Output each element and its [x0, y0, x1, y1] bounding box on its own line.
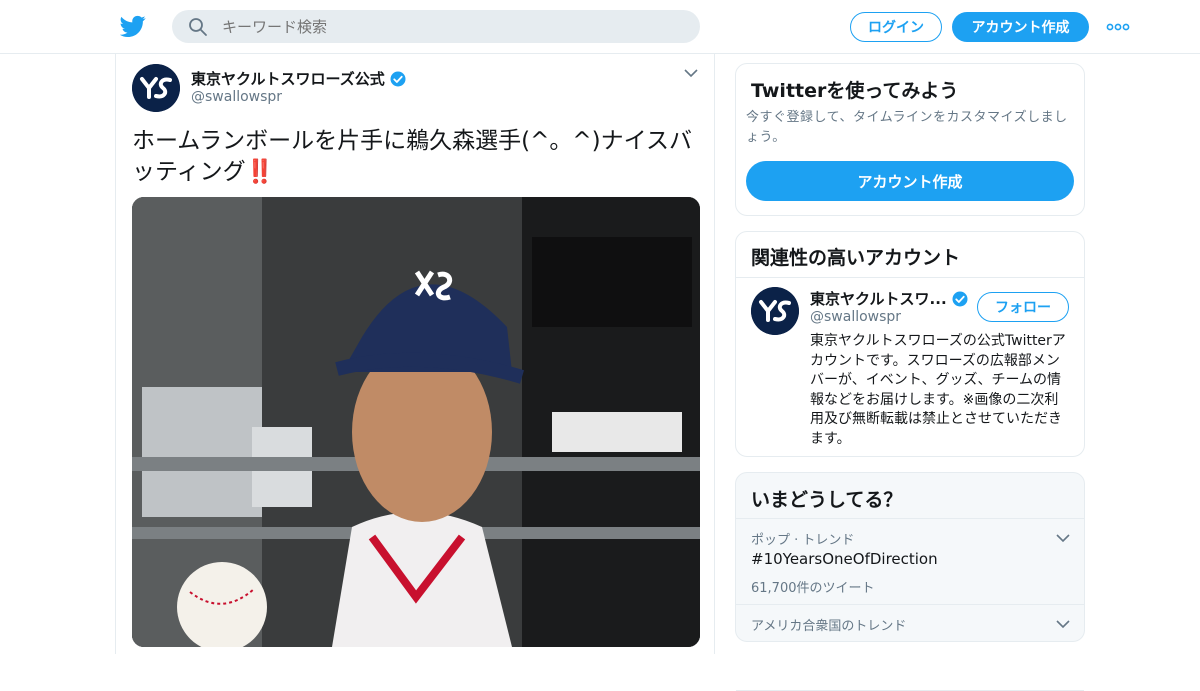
signup-card-title: Twitterを使ってみよう [751, 80, 959, 102]
trend-context: ポップ · トレンド [751, 533, 855, 548]
related-account-name[interactable]: 東京ヤクルトスワ... [810, 288, 969, 309]
signup-card: Twitterを使ってみよう 今すぐ登録して、タイムラインをカスタマイズしましょ… [735, 63, 1085, 216]
tweet-author-name[interactable]: 東京ヤクルトスワローズ公式 [191, 68, 407, 89]
trend-count: 61,700件のツイート [751, 581, 875, 596]
team-logo-icon [132, 64, 180, 112]
divider [736, 277, 1084, 278]
twitter-bird-icon[interactable] [120, 13, 146, 39]
related-account-handle[interactable]: @swallowspr [810, 309, 901, 325]
search-input[interactable] [222, 10, 682, 43]
login-button[interactable]: ログイン [850, 12, 942, 42]
related-display-name: 東京ヤクルトスワ... [810, 290, 947, 308]
trend-context: アメリカ合衆国のトレンド [751, 619, 907, 634]
related-accounts-title: 関連性の高いアカウント [751, 247, 961, 269]
trend-item[interactable]: アメリカ合衆国のトレンド [736, 605, 1084, 691]
display-name: 東京ヤクルトスワローズ公式 [191, 70, 385, 88]
trend-item[interactable]: ポップ · トレンド #10YearsOneOfDirection 61,700… [736, 519, 1084, 605]
trend-name: #10YearsOneOfDirection [751, 550, 938, 568]
search-bar[interactable] [172, 10, 700, 43]
team-logo-icon [751, 287, 799, 335]
player-photo [132, 197, 700, 647]
related-accounts-card: 関連性の高いアカウント 東京ヤクルトスワ... @swallowspr フォロー… [735, 231, 1085, 457]
signup-button[interactable]: アカウント作成 [952, 12, 1089, 42]
trends-card: いまどうしてる？ ポップ · トレンド #10YearsOneOfDirecti… [735, 472, 1085, 691]
chevron-down-icon[interactable] [1056, 533, 1070, 543]
more-dots-icon[interactable] [1106, 20, 1130, 34]
related-account-bio: 東京ヤクルトスワローズの公式Twitterアカウントです。スワローズの広報部メン… [810, 333, 1066, 447]
verified-badge-icon [952, 291, 968, 306]
avatar[interactable] [751, 287, 799, 335]
trends-title: いまどうしてる？ [751, 489, 903, 511]
chevron-down-icon[interactable] [1056, 619, 1070, 629]
tweet-body: ホームランボールを片手に鵜久森選手(^。^)ナイスバッティング [132, 128, 692, 185]
tweet-photo[interactable] [132, 197, 700, 647]
chevron-down-icon[interactable] [684, 68, 698, 78]
verified-badge-icon [390, 71, 406, 86]
follow-button[interactable]: フォロー [977, 292, 1069, 322]
signup-card-description: 今すぐ登録して、タイムラインをカスタマイズしましょう。 [746, 110, 1068, 145]
tweet-text: ホームランボールを片手に鵜久森選手(^。^)ナイスバッティング‼️ [132, 126, 692, 188]
tweet-card: 東京ヤクルトスワローズ公式 @swallowspr ホームランボールを片手に鵜久… [115, 54, 715, 654]
search-icon [189, 18, 207, 36]
tweet-author-handle[interactable]: @swallowspr [191, 89, 282, 105]
avatar[interactable] [132, 64, 180, 112]
top-navigation-bar: ログイン アカウント作成 [0, 0, 1200, 54]
create-account-button[interactable]: アカウント作成 [746, 161, 1074, 201]
double-exclamation-emoji: ‼️ [245, 159, 275, 185]
